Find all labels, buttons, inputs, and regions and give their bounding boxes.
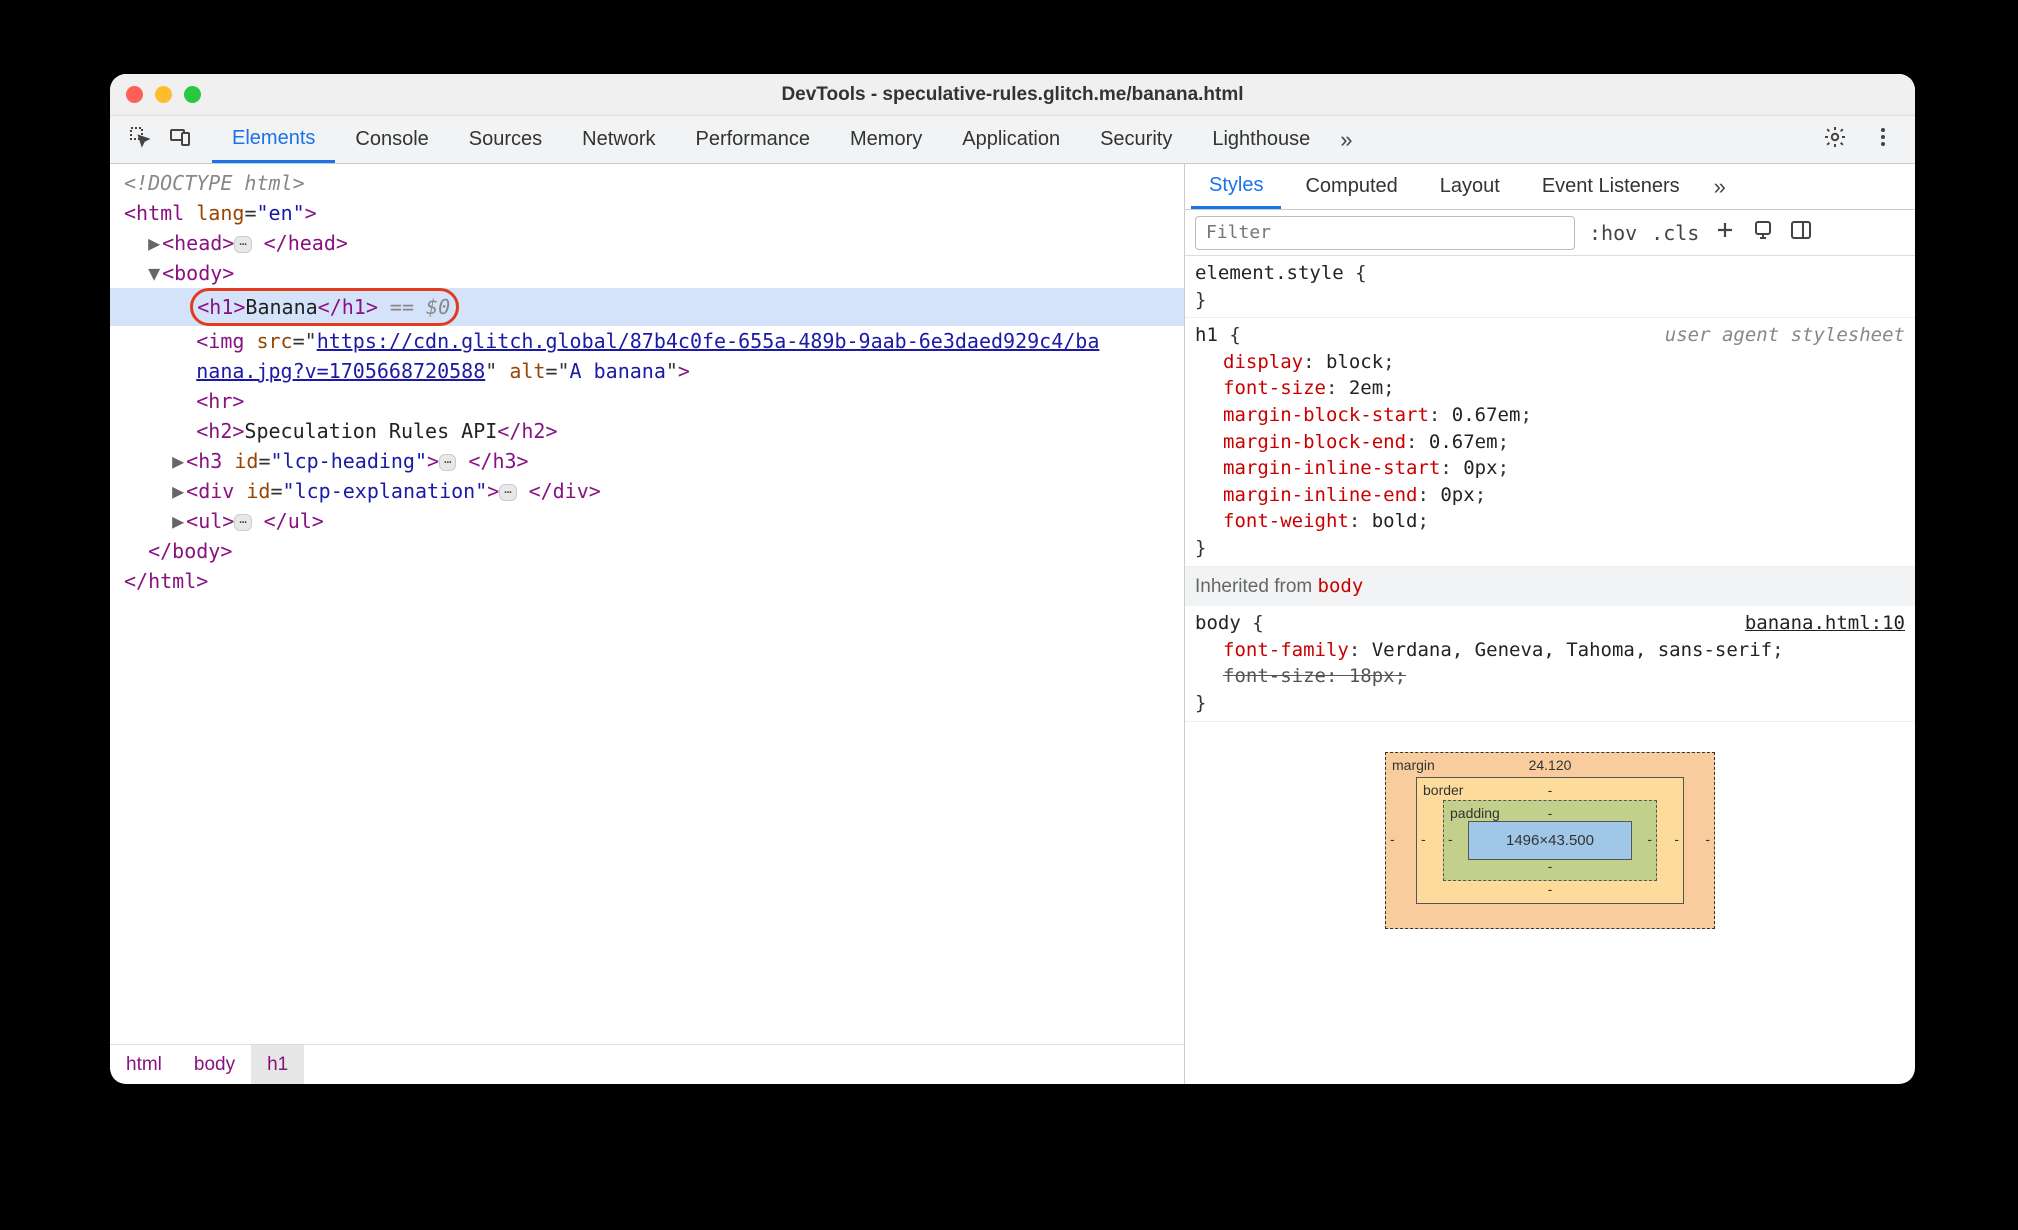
rule-h1-ua[interactable]: h1 { user agent stylesheet display: bloc… (1185, 318, 1915, 566)
tab-security[interactable]: Security (1080, 116, 1192, 163)
dom-node-img[interactable]: <img src="https://cdn.glitch.global/87b4… (110, 326, 1184, 356)
dom-node-ul[interactable]: ▶<ul>⋯ </ul> (110, 506, 1184, 536)
dom-tree[interactable]: <!DOCTYPE html> <html lang="en"> ▶<head>… (110, 164, 1184, 1044)
bm-padding-label: padding (1450, 804, 1500, 824)
breadcrumb-h1[interactable]: h1 (251, 1045, 304, 1084)
breadcrumb-body[interactable]: body (178, 1045, 251, 1084)
dom-node-html[interactable]: <html lang="en"> (110, 198, 1184, 228)
titlebar: DevTools - speculative-rules.glitch.me/b… (110, 74, 1915, 116)
styles-tab-layout[interactable]: Layout (1422, 164, 1518, 209)
cls-toggle[interactable]: .cls (1651, 221, 1699, 245)
dom-node-h1-selected[interactable]: ⋯ <h1>Banana</h1> == $0 (110, 288, 1184, 326)
inspect-element-icon[interactable] (128, 125, 152, 155)
breadcrumb-bar: html body h1 (110, 1044, 1184, 1084)
settings-icon[interactable] (1823, 125, 1847, 155)
main-tabs: Elements Console Sources Network Perform… (212, 116, 1362, 163)
box-model-diagram[interactable]: margin 24.120 - - border - - - - padding (1375, 752, 1725, 929)
dom-node-h3[interactable]: ▶<h3 id="lcp-heading">⋯ </h3> (110, 446, 1184, 476)
styles-toolbar: :hov .cls (1185, 210, 1915, 256)
tab-lighthouse[interactable]: Lighthouse (1192, 116, 1330, 163)
computed-sidebar-icon[interactable] (1789, 218, 1813, 247)
breadcrumb-html[interactable]: html (110, 1045, 178, 1084)
elements-panel: <!DOCTYPE html> <html lang="en"> ▶<head>… (110, 164, 1185, 1084)
tab-console[interactable]: Console (335, 116, 448, 163)
dom-node-html-close[interactable]: </html> (110, 566, 1184, 596)
rule-element-style[interactable]: element.style { } (1185, 256, 1915, 318)
styles-tab-event-listeners[interactable]: Event Listeners (1524, 164, 1698, 209)
main-tab-bar: Elements Console Sources Network Perform… (110, 116, 1915, 164)
styles-rules: element.style { } h1 { user agent styles… (1185, 256, 1915, 1084)
bm-content-size: 1496×43.500 (1468, 821, 1632, 860)
tabs-overflow-icon[interactable]: » (1330, 116, 1362, 163)
styles-panel: Styles Computed Layout Event Listeners »… (1185, 164, 1915, 1084)
dom-node-h2[interactable]: <h2>Speculation Rules API</h2> (110, 416, 1184, 446)
tab-network[interactable]: Network (562, 116, 675, 163)
tab-memory[interactable]: Memory (830, 116, 942, 163)
source-link[interactable]: banana.html:10 (1745, 610, 1905, 637)
toggle-rendering-icon[interactable] (1751, 218, 1775, 247)
dom-node-body-open[interactable]: ▼<body> (110, 258, 1184, 288)
dom-node-doctype[interactable]: <!DOCTYPE html> (110, 168, 1184, 198)
inherited-from-bar: Inherited from body (1185, 567, 1915, 607)
content-area: <!DOCTYPE html> <html lang="en"> ▶<head>… (110, 164, 1915, 1084)
devtools-window: DevTools - speculative-rules.glitch.me/b… (110, 74, 1915, 1084)
tab-application[interactable]: Application (942, 116, 1080, 163)
new-style-rule-icon[interactable] (1713, 218, 1737, 247)
tab-elements[interactable]: Elements (212, 116, 335, 163)
kebab-menu-icon[interactable] (1871, 125, 1895, 155)
styles-tab-computed[interactable]: Computed (1287, 164, 1415, 209)
tab-sources[interactable]: Sources (449, 116, 562, 163)
dom-node-div[interactable]: ▶<div id="lcp-explanation">⋯ </div> (110, 476, 1184, 506)
bm-margin-label: margin (1392, 756, 1435, 776)
window-title: DevTools - speculative-rules.glitch.me/b… (110, 84, 1915, 106)
device-toolbar-icon[interactable] (168, 125, 192, 155)
dom-node-img-cont[interactable]: nana.jpg?v=1705668720588" alt="A banana"… (110, 356, 1184, 386)
dom-node-hr[interactable]: <hr> (110, 386, 1184, 416)
styles-tab-bar: Styles Computed Layout Event Listeners » (1185, 164, 1915, 210)
dom-node-body-close[interactable]: </body> (110, 536, 1184, 566)
styles-filter-input[interactable] (1195, 216, 1575, 250)
tab-performance[interactable]: Performance (676, 116, 831, 163)
styles-tabs-overflow-icon[interactable]: » (1704, 164, 1736, 209)
hov-toggle[interactable]: :hov (1589, 221, 1637, 245)
rule-body[interactable]: body { banana.html:10 font-family: Verda… (1185, 606, 1915, 721)
bm-border-label: border (1423, 781, 1463, 801)
styles-tab-styles[interactable]: Styles (1191, 164, 1281, 209)
dom-node-head[interactable]: ▶<head>⋯ </head> (110, 228, 1184, 258)
